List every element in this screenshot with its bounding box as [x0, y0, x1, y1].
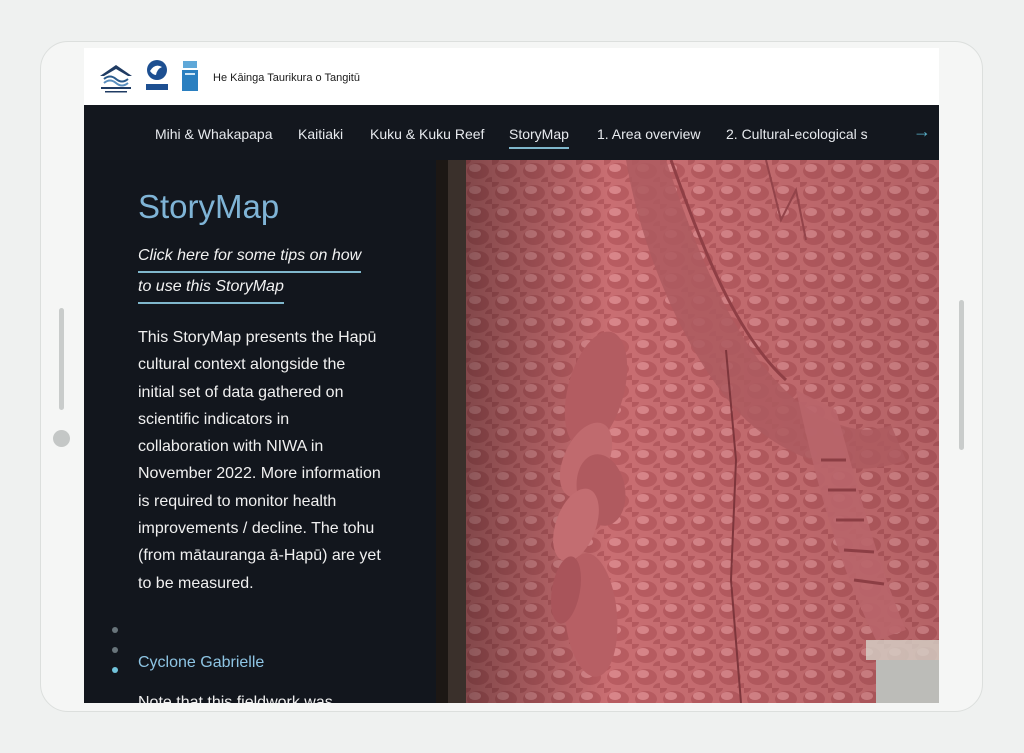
nav-item-mihi-whakapapa[interactable]: Mihi & Whakapapa	[155, 126, 273, 142]
nav-item-kuku-reef[interactable]: Kuku & Kuku Reef	[370, 126, 484, 142]
tips-link-line-1[interactable]: Click here for some tips on how	[138, 242, 362, 273]
progress-dot-active[interactable]	[112, 667, 118, 673]
body-text-continued: Note that this fieldwork was	[138, 694, 333, 703]
intro-paragraph: This StoryMap presents the Hapū cultural…	[138, 329, 381, 592]
nav-item-storymap[interactable]: StoryMap	[509, 126, 569, 149]
tablet-screen: He Kāinga Taurikura o Tangitū Mihi & Wha…	[84, 48, 939, 703]
section-link-cyclone[interactable]: Cyclone Gabrielle	[138, 654, 264, 672]
carving-photo	[436, 160, 939, 703]
nav-item-area-overview[interactable]: 1. Area overview	[597, 126, 701, 142]
tablet-side-button	[59, 308, 64, 410]
nav-item-cultural-ecological[interactable]: 2. Cultural-ecological s	[726, 126, 868, 142]
story-panel: StoryMap Click here for some tips on how…	[84, 160, 436, 703]
award-badge	[182, 61, 198, 91]
progress-dot[interactable]	[112, 647, 118, 653]
progress-dot[interactable]	[112, 627, 118, 633]
tablet-side-button-right	[959, 300, 964, 450]
niwa-logo	[146, 60, 168, 90]
site-title[interactable]: He Kāinga Taurikura o Tangitū	[213, 72, 360, 84]
nav-item-kaitiaki[interactable]: Kaitiaki	[298, 126, 343, 142]
top-nav: Mihi & Whakapapa Kaitiaki Kuku & Kuku Re…	[84, 105, 939, 160]
carving-image	[436, 160, 939, 703]
tips-link[interactable]: Click here for some tips on how to use t…	[138, 242, 383, 304]
hapu-logo	[100, 65, 132, 93]
site-header: He Kāinga Taurikura o Tangitū	[84, 48, 939, 105]
tips-link-line-2[interactable]: to use this StoryMap	[138, 273, 284, 304]
arrow-right-icon[interactable]: →	[913, 121, 931, 142]
page-title: StoryMap	[138, 188, 280, 225]
tablet-home-button	[53, 430, 70, 447]
